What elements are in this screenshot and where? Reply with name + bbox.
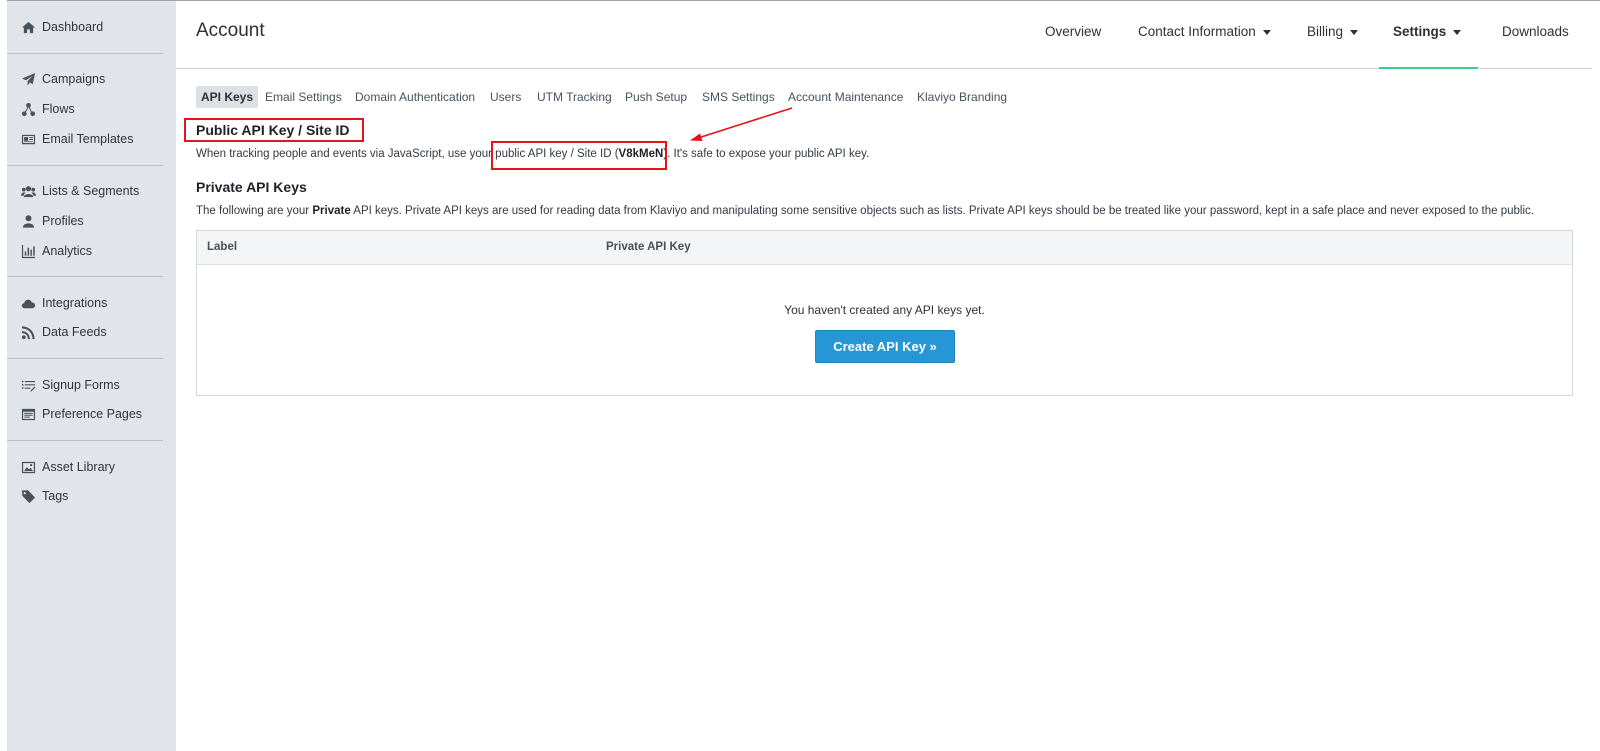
sidebar-item-label: Preference Pages bbox=[42, 407, 143, 421]
subtab-account-maintenance[interactable]: Account Maintenance bbox=[788, 86, 903, 108]
sidebar-item-label: Integrations bbox=[42, 296, 108, 310]
active-tab-indicator bbox=[1379, 67, 1478, 69]
sidebar-item-preference-pages[interactable]: Preference Pages bbox=[20, 403, 142, 425]
image-icon bbox=[20, 459, 36, 475]
bar-chart-icon bbox=[20, 243, 36, 259]
sidebar-item-analytics[interactable]: Analytics bbox=[20, 240, 92, 262]
sidebar-item-signup-forms[interactable]: Signup Forms bbox=[20, 374, 120, 396]
annotation-box-heading bbox=[184, 118, 364, 142]
annotation-box-key bbox=[491, 141, 667, 170]
rss-icon bbox=[20, 324, 36, 340]
subtab-utm-tracking[interactable]: UTM Tracking bbox=[537, 86, 612, 108]
sidebar-item-integrations[interactable]: Integrations bbox=[20, 292, 107, 314]
column-header-label: Label bbox=[207, 241, 238, 253]
private-api-keys-heading: Private API Keys bbox=[196, 179, 307, 195]
subtab-klaviyo-branding[interactable]: Klaviyo Branding bbox=[917, 86, 1007, 108]
subtab-push-setup[interactable]: Push Setup bbox=[625, 86, 687, 108]
flow-icon bbox=[20, 101, 36, 117]
annotation-arrow bbox=[690, 107, 793, 141]
topnav-settings[interactable]: Settings bbox=[1393, 24, 1462, 39]
sidebar-divider bbox=[7, 165, 163, 166]
sidebar-item-dashboard[interactable]: Dashboard bbox=[20, 16, 103, 38]
topnav-overview[interactable]: Overview bbox=[1045, 24, 1101, 39]
create-api-key-button[interactable]: Create API Key » bbox=[815, 330, 955, 363]
top-border bbox=[0, 0, 1600, 1]
sidebar-item-label: Tags bbox=[42, 489, 69, 503]
sidebar-item-tags[interactable]: Tags bbox=[20, 485, 68, 507]
paper-plane-icon bbox=[20, 71, 36, 87]
subtab-email-settings[interactable]: Email Settings bbox=[265, 86, 342, 108]
tag-icon bbox=[20, 488, 36, 504]
sidebar-item-email-templates[interactable]: Email Templates bbox=[20, 128, 133, 150]
sidebar-item-label: Lists & Segments bbox=[42, 184, 140, 198]
sidebar-divider bbox=[7, 53, 163, 54]
sidebar-item-label: Signup Forms bbox=[42, 378, 120, 392]
home-icon bbox=[20, 19, 36, 35]
sidebar: Dashboard Campaigns Flows Email Template… bbox=[7, 1, 176, 751]
sidebar-item-campaigns[interactable]: Campaigns bbox=[20, 68, 105, 90]
private-api-keys-description: The following are your Private API keys.… bbox=[196, 205, 1534, 217]
caret-down-icon bbox=[1453, 29, 1462, 35]
caret-down-icon bbox=[1350, 29, 1359, 35]
page-icon bbox=[20, 406, 36, 422]
email-template-icon bbox=[20, 131, 36, 147]
sidebar-item-lists-segments[interactable]: Lists & Segments bbox=[20, 180, 139, 202]
subtab-api-keys[interactable]: API Keys bbox=[196, 86, 259, 108]
users-icon bbox=[20, 183, 36, 199]
sidebar-item-label: Analytics bbox=[42, 244, 93, 258]
sidebar-item-label: Flows bbox=[42, 102, 75, 116]
sidebar-item-label: Data Feeds bbox=[42, 325, 107, 339]
sidebar-item-label: Dashboard bbox=[42, 20, 104, 34]
subtab-domain-authentication[interactable]: Domain Authentication bbox=[355, 86, 475, 108]
sidebar-item-data-feeds[interactable]: Data Feeds bbox=[20, 321, 107, 343]
sidebar-item-label: Profiles bbox=[42, 214, 84, 228]
subtab-users[interactable]: Users bbox=[490, 86, 521, 108]
topnav-downloads[interactable]: Downloads bbox=[1502, 24, 1569, 39]
topnav-billing[interactable]: Billing bbox=[1307, 24, 1359, 39]
list-icon bbox=[20, 377, 36, 393]
window-edge bbox=[0, 0, 7, 751]
sidebar-item-asset-library[interactable]: Asset Library bbox=[20, 456, 115, 478]
sidebar-item-flows[interactable]: Flows bbox=[20, 98, 75, 120]
sidebar-item-profiles[interactable]: Profiles bbox=[20, 210, 84, 232]
sidebar-item-label: Asset Library bbox=[42, 460, 115, 474]
empty-state-message: You haven't created any API keys yet. bbox=[784, 303, 985, 317]
topnav-contact-information[interactable]: Contact Information bbox=[1138, 24, 1271, 39]
private-api-keys-table: Label Private API Key You haven't create… bbox=[196, 230, 1573, 396]
sidebar-item-label: Email Templates bbox=[42, 132, 134, 146]
caret-down-icon bbox=[1262, 29, 1271, 35]
sidebar-divider bbox=[7, 276, 163, 277]
cloud-icon bbox=[20, 295, 36, 311]
sidebar-divider bbox=[7, 440, 163, 441]
sidebar-divider bbox=[7, 358, 163, 359]
column-header-private-api-key: Private API Key bbox=[606, 241, 691, 253]
table-header: Label Private API Key bbox=[197, 231, 1572, 265]
user-icon bbox=[20, 213, 36, 229]
page-title: Account bbox=[196, 20, 265, 41]
sidebar-item-label: Campaigns bbox=[42, 72, 106, 86]
